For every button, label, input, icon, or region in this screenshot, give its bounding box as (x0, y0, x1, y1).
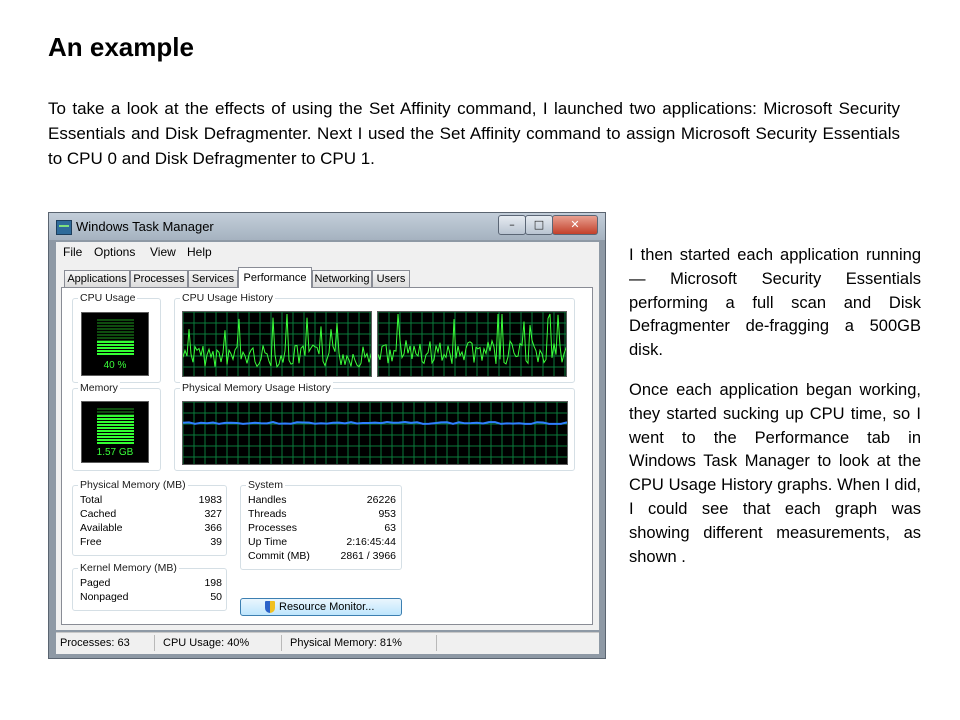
tab-networking[interactable]: Networking (312, 270, 372, 287)
cpu-usage-history-label: CPU Usage History (180, 292, 276, 304)
status-bar: Processes: 63 CPU Usage: 40% Physical Me… (56, 632, 599, 654)
stat-row: Commit (MB) 2861 / 3966 (248, 550, 396, 562)
menu-bar: File Options View Help (56, 242, 599, 262)
resource-monitor-button[interactable]: Resource Monitor... (240, 598, 402, 616)
cpu0-history-svg (183, 312, 371, 376)
stat-row: Total 1983 (80, 494, 222, 506)
kernel-memory-group: Kernel Memory (MB) Paged 198 Nonpaged 50 (72, 562, 227, 611)
tab-applications[interactable]: Applications (64, 270, 130, 287)
side-text: I then started each application running … (629, 244, 921, 585)
tab-processes[interactable]: Processes (130, 270, 188, 287)
task-manager-icon (56, 220, 72, 235)
tab-services[interactable]: Services (188, 270, 238, 287)
memory-value: 1.57 GB (96, 447, 134, 458)
stat-row: Free 39 (80, 536, 222, 548)
tab-users[interactable]: Users (372, 270, 410, 287)
task-manager-window: Windows Task Manager – □ ✕ File Options … (48, 212, 606, 659)
status-processes: Processes: 63 (60, 637, 130, 649)
physical-memory-label: Physical Memory (MB) (78, 479, 188, 491)
cpu-usage-fill (97, 341, 134, 355)
system-group: System Handles 26226 Threads 953 Processes… (240, 479, 402, 570)
stat-row: Available 366 (80, 522, 222, 534)
stat-row: Cached 327 (80, 508, 222, 520)
status-physical-memory: Physical Memory: 81% (290, 637, 402, 649)
cpu-usage-history-group: CPU Usage History (174, 292, 575, 383)
menu-view[interactable]: View (150, 245, 176, 259)
status-cpu-usage: CPU Usage: 40% (163, 637, 250, 649)
menu-file[interactable]: File (63, 245, 82, 259)
cpu0-history-graph (182, 311, 372, 377)
menu-options[interactable]: Options (94, 245, 135, 259)
client-area: Applications Processes Services Performa… (56, 262, 599, 630)
system-label: System (246, 479, 286, 491)
slide-title: An example (48, 32, 194, 62)
side-paragraph-2: Once each application began working, the… (629, 380, 921, 566)
cpu-usage-label: CPU Usage (78, 292, 138, 304)
stat-row: Paged 198 (80, 577, 222, 589)
cpu-usage-meter: 40 % (81, 312, 149, 376)
title-bar[interactable]: Windows Task Manager – □ ✕ (49, 213, 605, 240)
memory-history-group: Physical Memory Usage History (174, 382, 575, 471)
memory-label: Memory (78, 382, 120, 394)
side-paragraph-1: I then started each application running … (629, 246, 921, 360)
memory-history-label: Physical Memory Usage History (180, 382, 333, 394)
physical-memory-group: Physical Memory (MB) Total 1983 Cached 327… (72, 479, 227, 556)
maximize-button[interactable]: □ (525, 215, 553, 235)
memory-history-svg (183, 402, 567, 464)
menu-help[interactable]: Help (187, 245, 212, 259)
stat-row: Threads 953 (248, 508, 396, 520)
close-button[interactable]: ✕ (552, 215, 598, 235)
tab-performance[interactable]: Performance (238, 267, 312, 288)
memory-meter: 1.57 GB (81, 401, 149, 463)
performance-panel: CPU Usage 40 % CPU Usage History Memory … (61, 287, 593, 625)
cpu1-history-graph (377, 311, 567, 377)
stat-row: Handles 26226 (248, 494, 396, 506)
memory-fill (97, 415, 134, 444)
memory-history-graph (182, 401, 568, 465)
kernel-memory-label: Kernel Memory (MB) (78, 562, 179, 574)
cpu1-history-svg (378, 312, 566, 376)
window-title: Windows Task Manager (76, 219, 214, 234)
stat-row: Processes 63 (248, 522, 396, 534)
minimize-button[interactable]: – (498, 215, 526, 235)
memory-group: Memory 1.57 GB (72, 382, 161, 471)
cpu-history-line (183, 313, 371, 369)
cpu-usage-group: CPU Usage 40 % (72, 292, 161, 383)
uac-shield-icon (265, 601, 275, 613)
cpu-usage-value: 40 % (103, 360, 127, 371)
resource-monitor-label: Resource Monitor... (279, 601, 375, 613)
stat-row: Nonpaged 50 (80, 591, 222, 603)
stat-row: Up Time 2:16:45:44 (248, 536, 396, 548)
intro-paragraph: To take a look at the effects of using t… (48, 99, 900, 168)
